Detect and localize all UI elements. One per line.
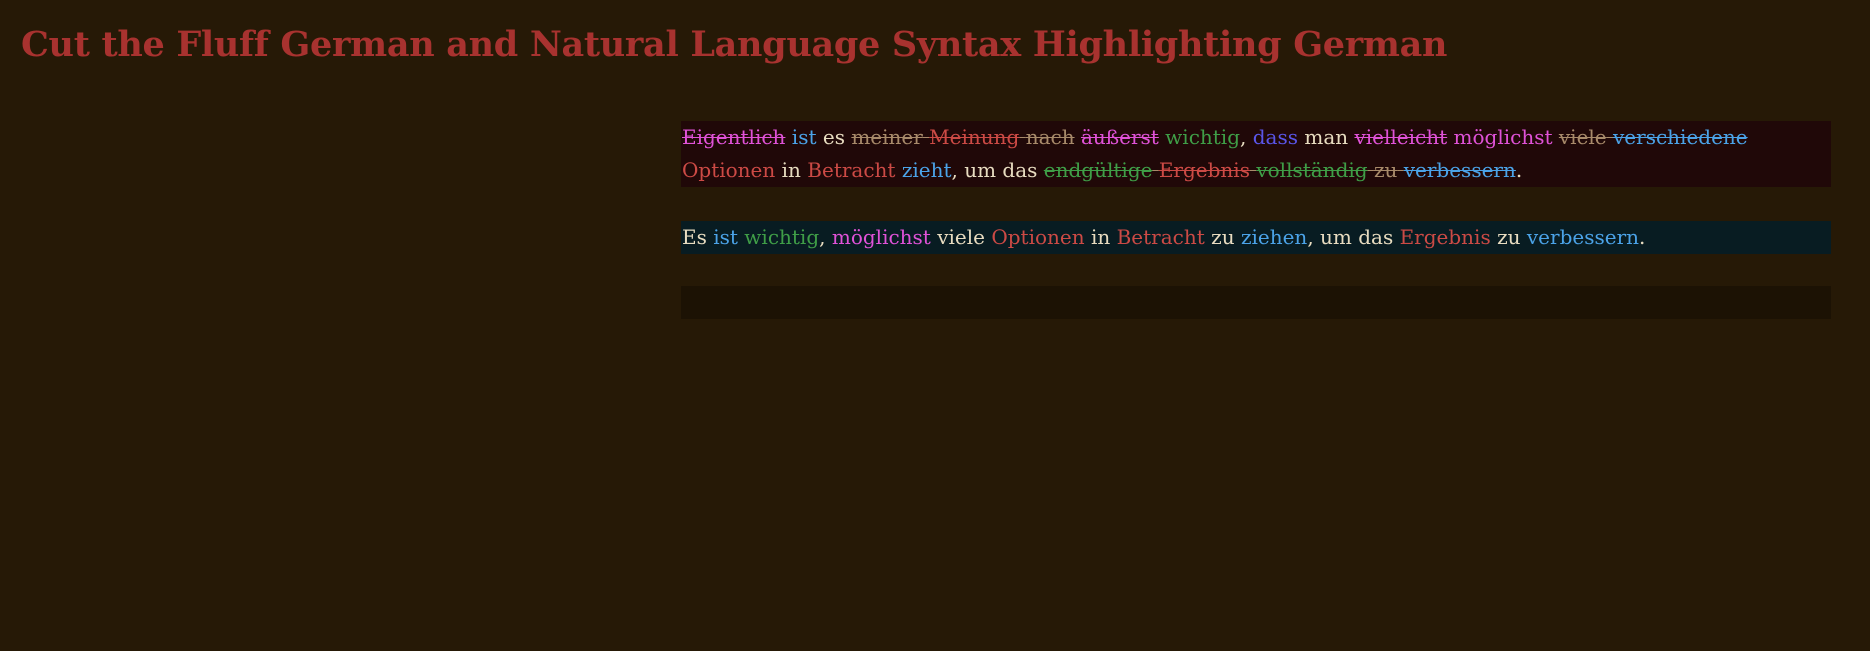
highlighted-word: in — [1084, 225, 1117, 249]
highlighted-word: viele — [930, 225, 992, 249]
struck-word: verschiedene — [1613, 125, 1748, 149]
highlighted-word: Optionen — [682, 158, 776, 182]
struck-word: äußerst — [1080, 125, 1159, 149]
page-title: Cut the Fluff German and Natural Languag… — [21, 24, 1448, 65]
highlighted-word: zieht — [901, 158, 952, 182]
highlighted-word: wichtig — [744, 225, 820, 249]
struck-word: verbessern — [1403, 158, 1516, 182]
struck-word: Eigentlich — [682, 125, 786, 149]
struck-word: Meinung — [929, 125, 1020, 149]
highlighted-word: in — [775, 158, 808, 182]
highlighted-word: , — [819, 225, 832, 249]
highlighted-word: , um das — [1307, 225, 1400, 249]
highlighted-word: möglichst — [1453, 125, 1553, 149]
highlighted-word: es — [816, 125, 852, 149]
original-text-panel: Eigentlich ist es meiner Meinung nach äu… — [681, 121, 1831, 187]
highlighted-word: ziehen — [1240, 225, 1308, 249]
highlighted-word: Betracht — [1116, 225, 1205, 249]
highlighted-word: möglichst — [831, 225, 931, 249]
struck-word: viele — [1558, 125, 1607, 149]
corrected-text-panel: Es ist wichtig, möglichst viele Optionen… — [681, 221, 1831, 254]
highlighted-word: , um das — [951, 158, 1044, 182]
struck-word: Ergebnis — [1158, 158, 1250, 182]
highlighted-word: man — [1298, 125, 1355, 149]
struck-word: endgültige — [1043, 158, 1153, 182]
struck-word: vielleicht — [1354, 125, 1448, 149]
highlighted-word: . — [1639, 225, 1646, 249]
struck-word: vollständig — [1256, 158, 1368, 182]
original-line-2: Optionen in Betracht zieht, um das endgü… — [682, 154, 1830, 187]
highlighted-word: ist — [791, 125, 817, 149]
highlighted-word: , — [1240, 125, 1253, 149]
struck-word: nach — [1025, 125, 1075, 149]
highlighted-word: Betracht — [807, 158, 896, 182]
struck-word: meiner — [851, 125, 923, 149]
highlighted-word: ist — [713, 225, 738, 249]
corrected-line-1: Es ist wichtig, möglichst viele Optionen… — [682, 221, 1830, 254]
struck-word: zu — [1373, 158, 1398, 182]
empty-output-panel — [681, 286, 1831, 319]
highlighted-word: verbessern — [1526, 225, 1640, 249]
highlighted-word: Ergebnis — [1399, 225, 1491, 249]
highlighted-word: Optionen — [991, 225, 1085, 249]
highlighted-word: zu — [1490, 225, 1527, 249]
highlighted-word: Es — [682, 225, 714, 249]
highlighted-word: zu — [1204, 225, 1241, 249]
highlighted-word: wichtig — [1165, 125, 1241, 149]
original-line-1: Eigentlich ist es meiner Meinung nach äu… — [682, 121, 1830, 154]
highlighted-word: . — [1515, 158, 1523, 182]
highlighted-word: dass — [1252, 125, 1298, 149]
